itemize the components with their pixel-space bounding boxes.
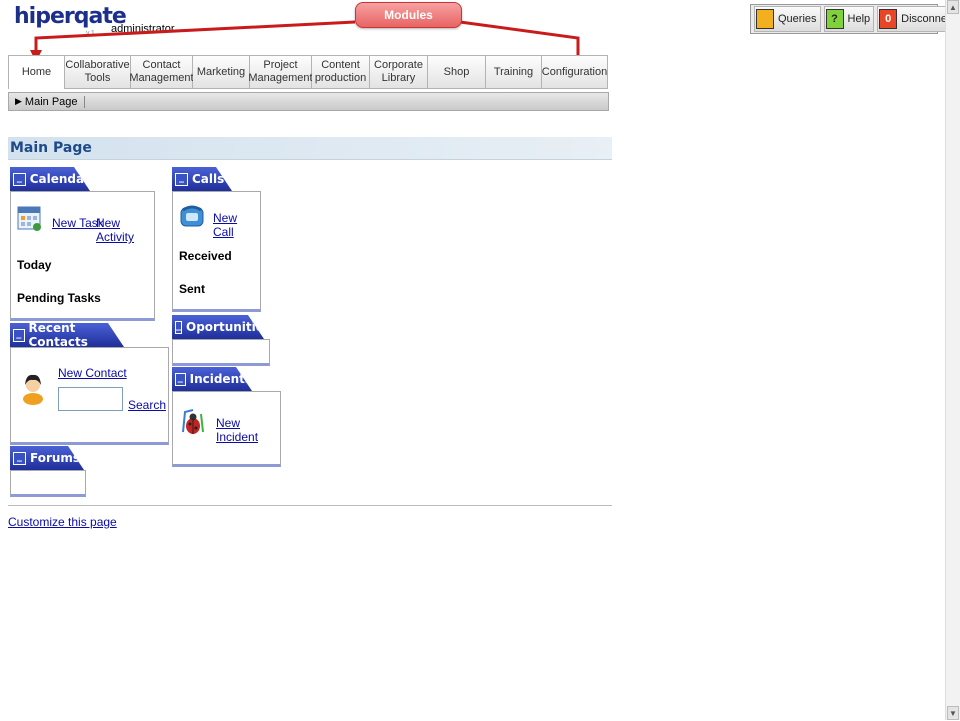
help-icon: ? (825, 9, 844, 29)
tab-label: Shop (443, 65, 470, 78)
calendar-body: New Task New Activity Today Pending Task… (10, 191, 155, 321)
opportunities-body (172, 339, 270, 366)
modules-callout: Modules (355, 2, 462, 28)
portlet-title: Oportunities (186, 320, 272, 334)
opportunities-header: _ Oportunities (172, 315, 264, 339)
incidents-body: New Incident (172, 391, 281, 467)
forums-header: _ Forums (10, 446, 84, 470)
minimize-icon[interactable]: _ (175, 173, 188, 186)
new-incident-link[interactable]: New Incident (216, 416, 280, 444)
tab-contact-management[interactable]: Contact Management (129, 55, 194, 89)
tab-collaborative-tools[interactable]: Collaborative Tools (65, 55, 131, 89)
forums-body (10, 470, 86, 497)
portlet-title: Calendar (29, 172, 90, 186)
module-tabs: Home Collaborative Tools Contact Managemen… (8, 55, 608, 89)
portlet-title: Forums (30, 451, 81, 465)
phone-icon (180, 205, 204, 227)
breadcrumb[interactable]: ▶ Main Page (9, 95, 85, 108)
recent-contacts-header: _ Recent Contacts (10, 323, 124, 347)
breadcrumb-label: Main Page (24, 95, 78, 108)
content-divider (8, 505, 612, 506)
portlet-title: Incidents (189, 372, 252, 386)
vertical-scrollbar[interactable]: ▲ ▼ (945, 0, 960, 720)
scroll-up-icon[interactable]: ▲ (947, 0, 959, 14)
tab-label: Home (21, 66, 52, 78)
contact-person-icon (23, 374, 43, 405)
contact-search-link[interactable]: Search (128, 398, 166, 412)
received-label: Received (179, 249, 232, 263)
help-label: Help (847, 13, 871, 25)
tab-label: Content production (314, 59, 367, 84)
portlet-title: Calls (192, 172, 225, 186)
disconnect-icon: 0 (879, 9, 898, 29)
contact-search-input[interactable] (58, 387, 123, 411)
tab-training[interactable]: Training (486, 55, 542, 89)
recent-contacts-body: New Contact Search (10, 347, 169, 445)
tab-label: Contact Management (129, 59, 194, 84)
page-title: Main Page (8, 137, 612, 160)
new-call-link[interactable]: New Call (213, 211, 260, 239)
bug-icon (182, 409, 204, 434)
pending-tasks-label: Pending Tasks (17, 291, 101, 305)
queries-label: Queries (778, 13, 817, 25)
calendar-header: _ Calendar (10, 167, 90, 191)
queries-button[interactable]: Queries (754, 6, 821, 32)
tab-project-management[interactable]: Project Management (248, 55, 313, 89)
customize-page-link[interactable]: Customize this page (8, 515, 117, 529)
tab-label: Configuration (541, 65, 608, 78)
calls-header: _ Calls (172, 167, 232, 191)
tab-label: Project Management (248, 59, 313, 84)
new-contact-link[interactable]: New Contact (58, 366, 127, 380)
minimize-icon[interactable]: _ (13, 329, 25, 342)
tab-marketing[interactable]: Marketing (193, 55, 250, 89)
minimize-icon[interactable]: _ (13, 452, 26, 465)
tab-shop[interactable]: Shop (428, 55, 486, 89)
scroll-down-icon[interactable]: ▼ (947, 706, 959, 720)
incidents-header: _ Incidents (172, 367, 252, 391)
tab-label: Marketing (196, 65, 246, 78)
portlet-title: Recent Contacts (28, 321, 88, 349)
sent-label: Sent (179, 282, 206, 296)
breadcrumb-bar: ▶ Main Page (8, 92, 609, 111)
tab-home[interactable]: Home (8, 55, 65, 89)
tab-label: Training (493, 65, 534, 78)
calls-body: New Call Received Sent (172, 191, 261, 312)
tab-label: Corporate Library (374, 59, 423, 84)
queries-icon (756, 9, 774, 29)
new-activity-link[interactable]: New Activity (96, 216, 154, 244)
minimize-icon[interactable]: _ (175, 321, 182, 334)
minimize-icon[interactable]: _ (175, 373, 186, 386)
calendar-icon (17, 206, 41, 231)
tab-corporate-library[interactable]: Corporate Library (370, 55, 428, 89)
tab-content-production[interactable]: Content production (312, 55, 370, 89)
minimize-icon[interactable]: _ (13, 173, 26, 186)
today-label: Today (17, 258, 52, 272)
triangle-right-icon: ▶ (15, 96, 22, 106)
top-toolbar: Queries ? Help 0 Disconnect (750, 4, 960, 34)
tab-label: Collaborative Tools (65, 59, 130, 84)
help-button[interactable]: ? Help (823, 6, 875, 32)
tab-configuration[interactable]: Configuration (542, 55, 608, 89)
